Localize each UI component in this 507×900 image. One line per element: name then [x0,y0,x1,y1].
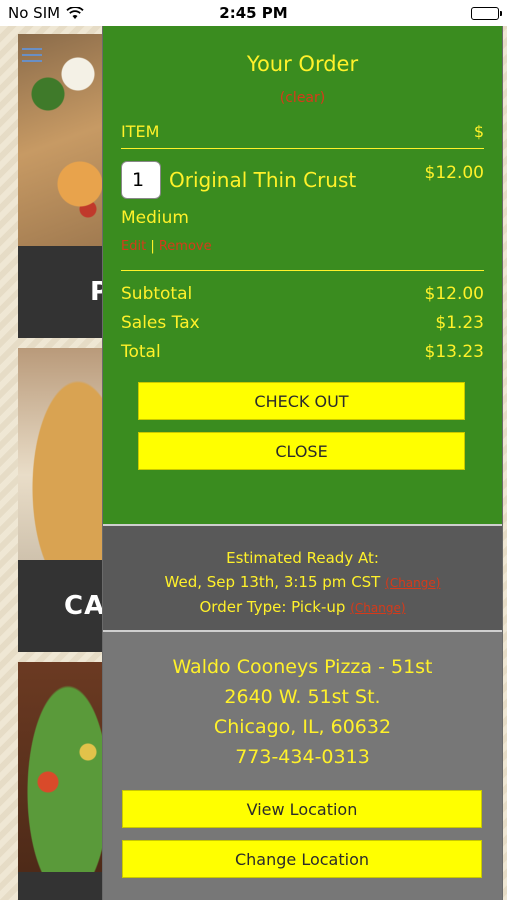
change-time-link[interactable]: (Change) [385,576,440,590]
carrier-label: No SIM [8,4,61,22]
view-location-button[interactable]: View Location [122,790,482,828]
close-button[interactable]: CLOSE [138,432,465,470]
store-city: Chicago, IL, 60632 [213,716,392,738]
quantity-field[interactable]: 1 [121,161,161,199]
order-totals: Subtotal $12.00 Sales Tax $1.23 Total $1… [121,284,484,362]
menu-tile-calzone[interactable]: CAL [18,348,108,652]
order-header: ITEM $ [121,122,484,149]
order-item: 1 Original Thin Crust $12.00 [121,161,484,199]
wifi-icon [66,6,84,19]
change-order-type-link[interactable]: (Change) [350,601,405,615]
store-section: Waldo Cooneys Pizza - 51st 2640 W. 51st … [103,630,502,900]
salad-photo [18,662,108,872]
menu-tile-label [18,872,108,900]
item-name: Original Thin Crust [169,168,357,192]
menu-tile-salad[interactable] [18,662,108,900]
header-item: ITEM [121,122,160,141]
subtotal-row: Subtotal $12.00 [121,284,484,304]
subtotal-value: $12.00 [424,284,484,304]
order-type: Order Type: Pick-up [199,598,346,616]
store-phone[interactable]: 773-434-0313 [103,742,502,772]
header-price: $ [473,122,484,141]
battery-icon [471,6,502,20]
store-address: 2640 W. 51st St. [224,686,381,708]
total-value: $13.23 [424,342,484,362]
divider [121,270,484,271]
ready-time-section: Estimated Ready At: Wed, Sep 13th, 3:15 … [103,524,502,630]
item-actions: Edit | Remove [121,239,484,254]
tax-row: Sales Tax $1.23 [121,313,484,333]
action-separator: | [150,239,155,254]
checkout-button[interactable]: CHECK OUT [138,382,465,420]
remove-item-link[interactable]: Remove [159,239,212,254]
estimated-ready-label: Estimated Ready At: [226,549,379,567]
total-label: Total [121,342,161,362]
status-left: No SIM [8,4,84,22]
total-row: Total $13.23 [121,342,484,362]
change-location-button[interactable]: Change Location [122,840,482,878]
order-section: Your Order (clear) ITEM $ 1 Original Thi… [103,26,502,524]
order-panel: Your Order (clear) ITEM $ 1 Original Thi… [102,26,503,900]
menu-tile-label: P [18,246,108,338]
estimated-ready-line: Wed, Sep 13th, 3:15 pm CST (Change) [103,570,502,595]
edit-item-link[interactable]: Edit [121,239,146,254]
status-bar: No SIM 2:45 PM [0,0,507,26]
clear-order-link[interactable]: (clear) [121,90,484,106]
menu-tile-pizza[interactable]: P [18,34,108,338]
menu-tile-label: CAL [18,560,108,652]
order-title: Your Order [246,52,359,76]
store-name: Waldo Cooneys Pizza - 51st [172,656,433,678]
order-type-line: Order Type: Pick-up (Change) [103,595,502,620]
tax-label: Sales Tax [121,313,200,333]
item-size: Medium [121,208,189,228]
subtotal-label: Subtotal [121,284,193,304]
estimated-ready-time: Wed, Sep 13th, 3:15 pm CST [164,573,381,591]
tax-value: $1.23 [435,313,484,333]
hamburger-menu-icon[interactable] [22,48,42,66]
calzone-photo [18,348,108,560]
item-price: $12.00 [424,163,484,183]
